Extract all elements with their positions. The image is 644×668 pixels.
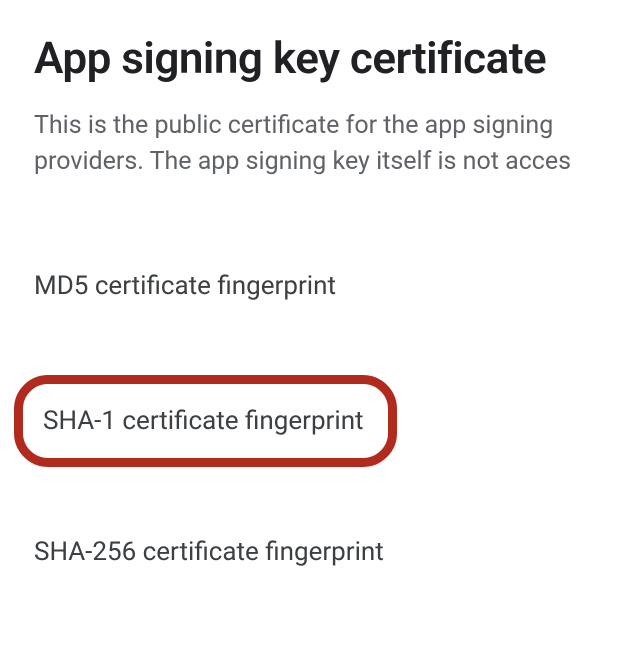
description-line-1: This is the public certificate for the a…	[34, 111, 553, 140]
md5-fingerprint-label: MD5 certificate fingerprint	[34, 271, 336, 301]
certificate-description: This is the public certificate for the a…	[34, 108, 644, 181]
md5-fingerprint-section: MD5 certificate fingerprint	[34, 271, 644, 301]
description-line-2: providers. The app signing key itself is…	[34, 147, 571, 176]
page-title: App signing key certificate	[34, 32, 644, 84]
sha1-fingerprint-section: SHA-1 certificate fingerprint	[34, 383, 644, 467]
sha256-fingerprint-section: SHA-256 certificate fingerprint	[34, 537, 644, 567]
sha256-fingerprint-label: SHA-256 certificate fingerprint	[34, 537, 384, 567]
sha1-highlight-annotation: SHA-1 certificate fingerprint	[14, 375, 397, 467]
sha1-fingerprint-label: SHA-1 certificate fingerprint	[43, 406, 364, 436]
